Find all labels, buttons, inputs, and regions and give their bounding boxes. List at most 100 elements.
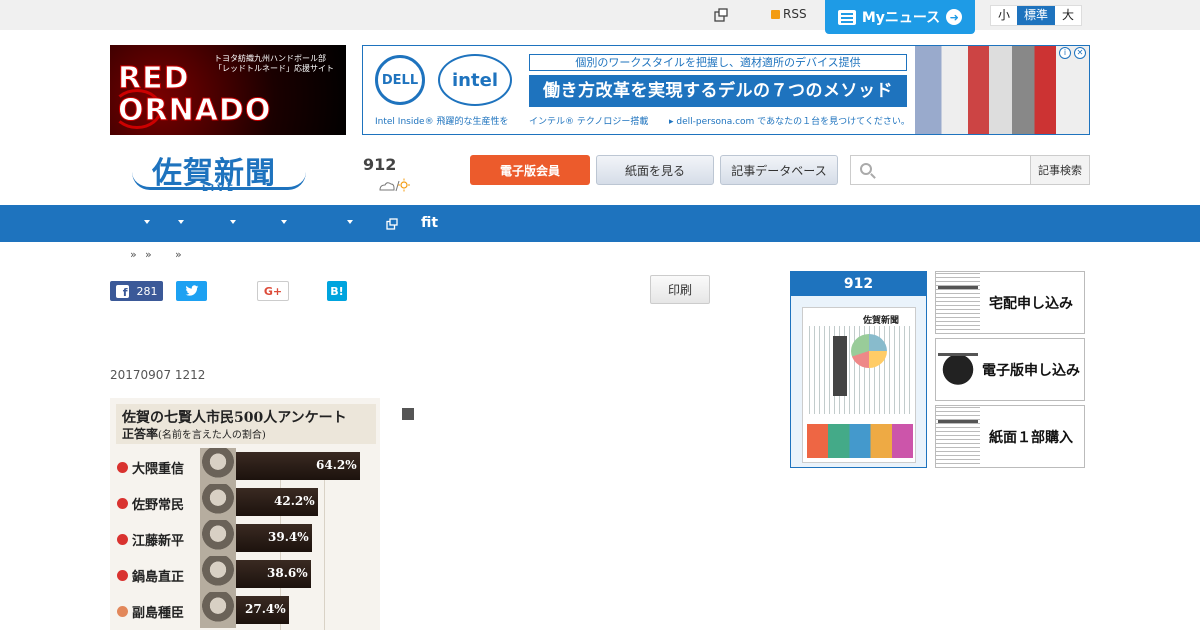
external-link-icon[interactable]: [714, 8, 728, 22]
font-size-small[interactable]: 小: [991, 6, 1017, 25]
bullet-icon: [117, 534, 128, 545]
banner-title-line2: ORNADO: [117, 93, 272, 129]
breadcrumb-separator: »: [175, 248, 182, 261]
digital-subscription-button[interactable]: 電子版申し込み: [935, 338, 1085, 401]
cloudy-sunny-icon: [379, 178, 410, 192]
site-logo[interactable]: 佐賀新聞 LIVE: [130, 148, 308, 194]
external-link-icon[interactable]: [386, 218, 398, 230]
photo-marker-icon: [402, 408, 414, 420]
google-plus-share-button[interactable]: G+: [257, 281, 289, 301]
bullet-icon: [117, 498, 128, 509]
intel-logo: intel: [438, 54, 512, 106]
survey-graphic: 佐賀の七賢人市民500人アンケート 正答率(名前を言えた人の割合) 大隈重信 64…: [110, 398, 380, 630]
rss-icon: [771, 9, 780, 19]
survey-subtitle-main: 正答率: [122, 427, 159, 441]
dell-ad-banner[interactable]: DELL intel 個別のワークスタイルを把握し、適材適所のデバイス提供 働き…: [362, 45, 1090, 135]
mynews-button[interactable]: Myニュース ➜: [825, 0, 975, 34]
survey-value-label: 64.2%: [316, 458, 357, 472]
rss-label: RSS: [783, 7, 807, 21]
nav-item-1-chevron-down-icon[interactable]: [144, 220, 150, 224]
home-delivery-label: 宅配申し込み: [989, 295, 1073, 312]
close-icon[interactable]: ✕: [1074, 47, 1086, 59]
survey-row: 江藤新平 39.4%: [110, 520, 380, 556]
newspaper-icon: [837, 9, 856, 25]
survey-value-label: 39.4%: [268, 530, 309, 544]
breadcrumb-separator: »: [145, 248, 152, 261]
survey-person-name: 副島種臣: [132, 606, 185, 621]
font-size-standard[interactable]: 標準: [1017, 6, 1056, 25]
survey-row: 鍋島直正 38.6%: [110, 556, 380, 592]
facebook-icon: f: [115, 284, 129, 298]
ad-choices[interactable]: i ✕: [1059, 47, 1089, 60]
nav-item-fit[interactable]: fit: [421, 215, 438, 231]
single-copy-purchase-button[interactable]: 紙面１部購入: [935, 405, 1085, 468]
ad-footer-tech: インテル® テクノロジー搭載: [529, 117, 649, 127]
bullet-icon: [117, 462, 128, 473]
portrait-image: [200, 520, 236, 556]
view-paper-button[interactable]: 紙面を見る: [596, 155, 714, 185]
nav-item-2-chevron-down-icon[interactable]: [178, 220, 184, 224]
paper-headline-block: [833, 336, 847, 396]
logo-live: LIVE: [202, 184, 237, 194]
nav-item-3-chevron-down-icon[interactable]: [230, 220, 236, 224]
facebook-share-count: 281: [136, 284, 158, 298]
print-button[interactable]: 印刷: [650, 275, 710, 304]
main-nav: fit: [0, 205, 1200, 242]
banner-subtitle: トヨタ紡織九州ハンドボール部 「レッドトルネード」応援サイト: [214, 54, 334, 73]
survey-row: 副島種臣 27.4%: [110, 592, 380, 628]
survey-subtitle-note: (名前を言えた人の割合): [158, 430, 266, 441]
portrait-image: [200, 448, 236, 484]
portrait-image: [200, 484, 236, 520]
survey-row: 大隈重信 64.2%: [110, 448, 380, 484]
survey-person-name: 江藤新平: [132, 534, 185, 549]
home-delivery-button[interactable]: 宅配申し込み: [935, 271, 1085, 334]
portrait-image: [200, 556, 236, 592]
search-button[interactable]: 記事検索: [1030, 156, 1089, 184]
hatena-bookmark-button[interactable]: B!: [327, 281, 347, 301]
dell-logo: DELL: [375, 55, 425, 105]
survey-person-name: 鍋島直正: [132, 570, 185, 585]
nav-item-4-chevron-down-icon[interactable]: [281, 220, 287, 224]
ad-footer-intel: Intel Inside® 飛躍的な生産性を: [375, 117, 509, 127]
twitter-icon: [185, 285, 198, 296]
survey-value-label: 42.2%: [274, 494, 315, 508]
paper-chart: [851, 334, 887, 368]
twitter-share-button[interactable]: [176, 281, 207, 301]
paper-thumbnail[interactable]: 佐賀新聞: [802, 307, 916, 463]
member-button[interactable]: 電子版会員: [470, 155, 590, 185]
newspaper-icon: [936, 272, 980, 333]
top-utility-bar: RSS Myニュース ➜ 小 標準 大: [0, 0, 1200, 34]
survey-subtitle: 正答率(名前を言えた人の割合): [122, 425, 266, 442]
article-timestamp: 20170907 1212: [110, 368, 206, 382]
font-size-switcher: 小 標準 大: [990, 5, 1083, 26]
single-copy-purchase-label: 紙面１部購入: [989, 429, 1073, 446]
survey-title: 佐賀の七賢人市民500人アンケート: [122, 410, 347, 426]
banner-title-line1: RED: [118, 61, 190, 97]
search-box: 記事検索: [850, 155, 1090, 185]
today-paper-box[interactable]: 912 佐賀新聞: [790, 271, 927, 468]
search-input[interactable]: [851, 156, 1031, 184]
smartphone-icon: [936, 339, 980, 400]
ad-footer-link: ▸ dell-persona.com であなたの１台を見つけてください。: [669, 117, 910, 127]
info-icon[interactable]: i: [1059, 47, 1071, 59]
survey-person-name: 佐野常民: [132, 498, 185, 513]
font-size-large[interactable]: 大: [1055, 6, 1081, 25]
facebook-share-button[interactable]: f 281: [110, 281, 163, 301]
ad-tagline-small: 個別のワークスタイルを把握し、適材適所のデバイス提供: [529, 54, 907, 71]
arrow-right-icon: ➜: [946, 9, 963, 25]
portrait-image: [200, 592, 236, 628]
mynews-label: Myニュース: [861, 10, 941, 26]
current-date: 912: [363, 155, 397, 174]
today-paper-date: 912: [791, 272, 926, 296]
paper-ads: [807, 424, 913, 458]
survey-value-label: 27.4%: [245, 602, 286, 616]
bullet-icon: [117, 606, 128, 617]
nav-item-5-chevron-down-icon[interactable]: [347, 220, 353, 224]
survey-person-name: 大隈重信: [132, 462, 185, 477]
survey-row: 佐野常民 42.2%: [110, 484, 380, 520]
article-database-button[interactable]: 記事データベース: [720, 155, 838, 185]
digital-subscription-label: 電子版申し込み: [982, 362, 1080, 379]
rss-link[interactable]: RSS: [771, 7, 807, 21]
survey-value-label: 38.6%: [267, 566, 308, 580]
red-tornado-banner[interactable]: トヨタ紡織九州ハンドボール部 「レッドトルネード」応援サイト RED ORNAD…: [110, 45, 346, 135]
